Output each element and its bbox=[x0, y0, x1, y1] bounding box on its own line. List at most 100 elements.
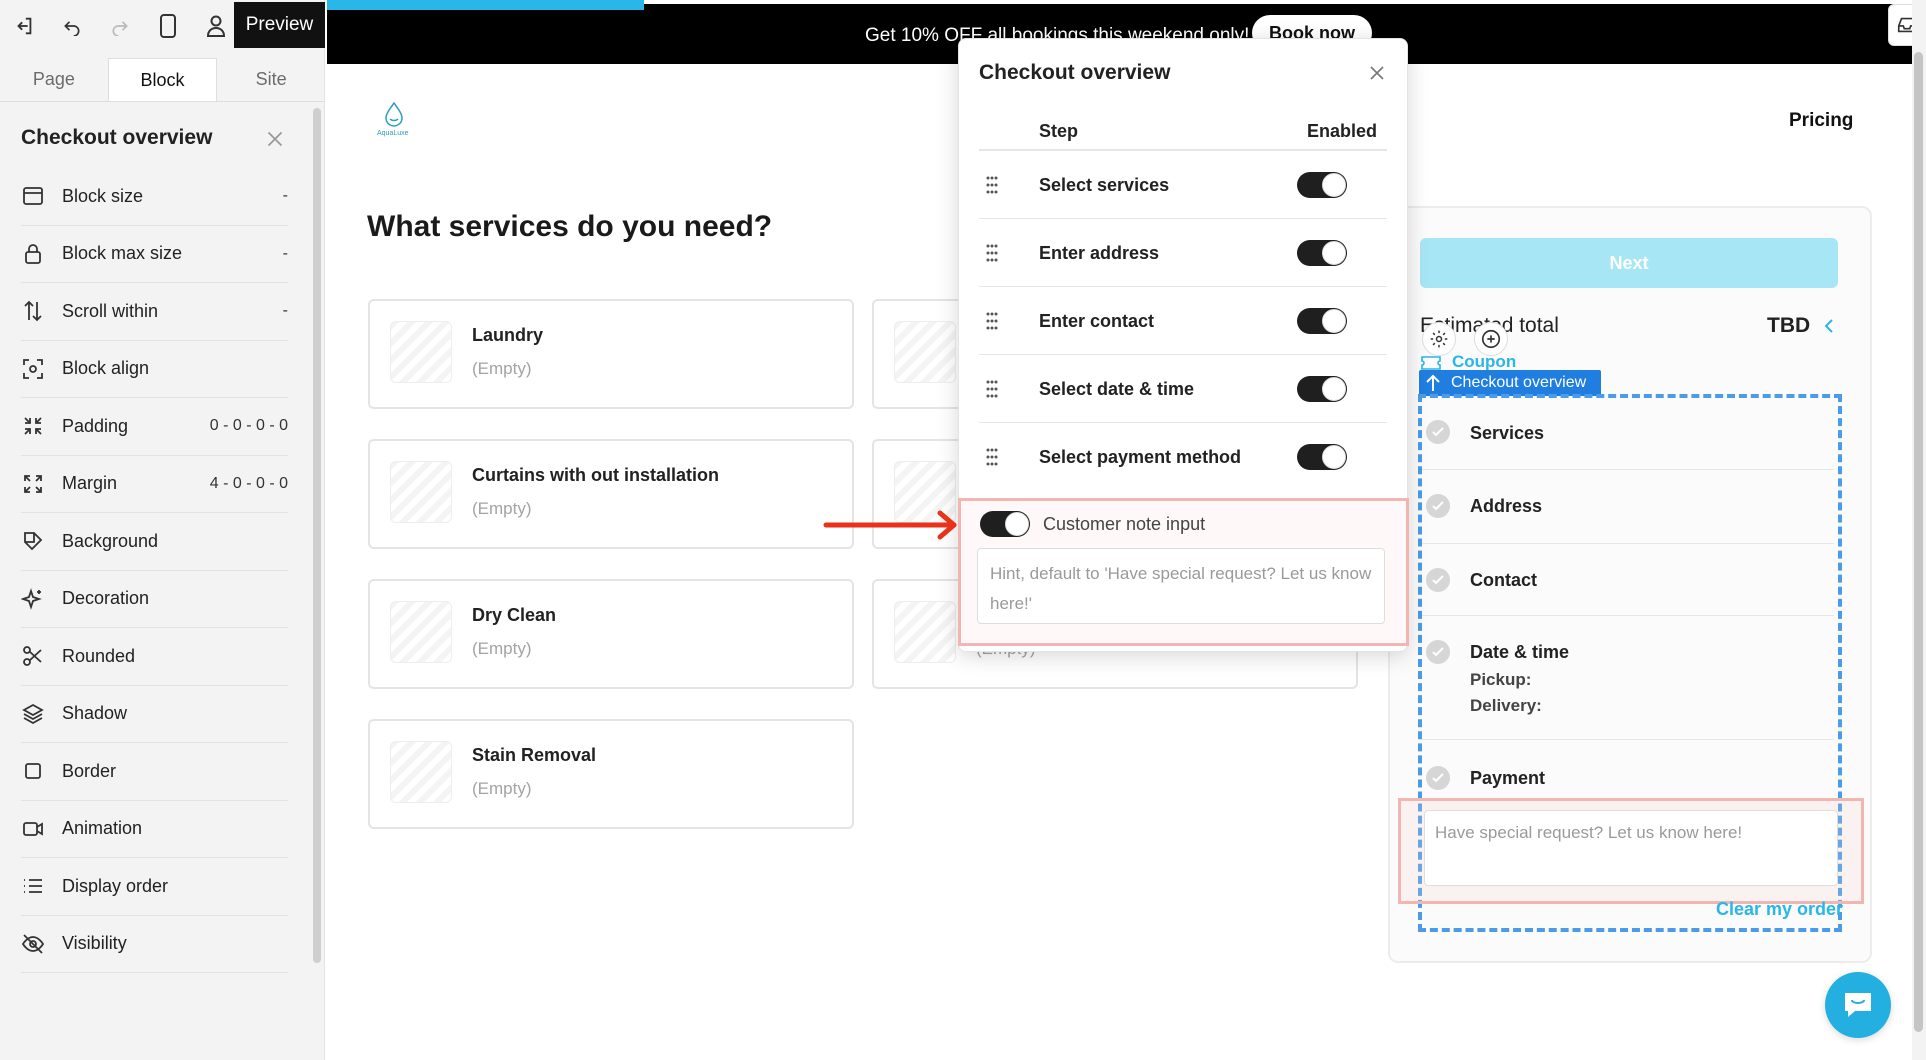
svg-text:AquaLuxe: AquaLuxe bbox=[377, 130, 409, 137]
service-thumbnail bbox=[894, 321, 956, 383]
drag-handle-icon[interactable] bbox=[985, 243, 999, 263]
note-hint-input[interactable]: Hint, default to 'Have special request? … bbox=[977, 548, 1385, 624]
step-label: Enter address bbox=[1039, 243, 1160, 263]
service-card-laundry[interactable]: Laundry (Empty) bbox=[368, 299, 854, 409]
add-circle-icon[interactable] bbox=[1474, 322, 1508, 356]
tab-block[interactable]: Block bbox=[107, 58, 218, 101]
service-status: (Empty) bbox=[472, 639, 532, 658]
prop-animation[interactable]: Animation bbox=[21, 801, 288, 858]
enabled-toggle[interactable] bbox=[1297, 308, 1347, 334]
margin-icon bbox=[24, 474, 42, 493]
prop-display-order[interactable]: Display order bbox=[21, 858, 288, 916]
prop-decoration[interactable]: Decoration bbox=[21, 571, 288, 628]
customer-note-toggle[interactable] bbox=[980, 511, 1030, 537]
prop-value: - bbox=[282, 302, 288, 320]
coupon-link[interactable]: Coupon bbox=[1452, 352, 1516, 372]
enabled-toggle[interactable] bbox=[1297, 444, 1347, 470]
prop-rounded[interactable]: Rounded bbox=[21, 628, 288, 686]
scissors-icon bbox=[23, 646, 42, 667]
popover-title: Checkout overview bbox=[979, 61, 1171, 84]
prop-label: Margin bbox=[62, 473, 118, 494]
drag-handle-icon[interactable] bbox=[985, 379, 999, 399]
gear-icon[interactable] bbox=[1422, 322, 1456, 356]
service-thumbnail bbox=[390, 461, 452, 523]
enabled-toggle[interactable] bbox=[1297, 172, 1347, 198]
step-row-enter-contact: Enter contact bbox=[979, 287, 1387, 355]
service-card-curtains[interactable]: Curtains with out installation (Empty) bbox=[368, 439, 854, 549]
step-label: Payment bbox=[1470, 768, 1546, 788]
banner-progress-bar bbox=[327, 0, 644, 10]
page-heading: What services do you need? bbox=[367, 210, 773, 243]
service-thumbnail bbox=[390, 741, 452, 803]
prop-scroll-within[interactable]: Scroll within - bbox=[21, 283, 288, 341]
prop-block-max-size[interactable]: Block max size - bbox=[21, 226, 288, 283]
prop-label: Scroll within bbox=[62, 300, 159, 321]
customer-note-textarea[interactable]: Have special request? Let us know here! bbox=[1424, 810, 1838, 886]
step-label: Enter contact bbox=[1039, 311, 1155, 331]
background-icon bbox=[24, 532, 43, 551]
prop-background[interactable]: Background bbox=[21, 513, 288, 571]
layers-icon bbox=[22, 703, 44, 724]
drag-handle-icon[interactable] bbox=[985, 311, 999, 331]
checkout-step-address: Address bbox=[1422, 470, 1834, 544]
enabled-toggle[interactable] bbox=[1297, 376, 1347, 402]
enabled-toggle[interactable] bbox=[1297, 240, 1347, 266]
prop-border[interactable]: Border bbox=[21, 743, 288, 801]
step-label: Contact bbox=[1470, 570, 1537, 590]
prop-label: Animation bbox=[62, 818, 143, 839]
prop-margin[interactable]: Margin 4 - 0 - 0 - 0 bbox=[21, 456, 288, 513]
prop-shadow[interactable]: Shadow bbox=[21, 686, 288, 743]
user-icon[interactable] bbox=[192, 0, 240, 52]
step-table-header: Step Enabled bbox=[979, 99, 1387, 151]
chat-icon[interactable] bbox=[1825, 972, 1891, 1038]
column-header-enabled: Enabled bbox=[1306, 121, 1377, 141]
redo-icon[interactable] bbox=[96, 0, 144, 52]
tab-page[interactable]: Page bbox=[0, 58, 108, 101]
undo-icon[interactable] bbox=[48, 0, 96, 52]
padding-icon bbox=[24, 417, 42, 435]
prop-value: 4 - 0 - 0 - 0 bbox=[209, 474, 288, 492]
prop-label: Border bbox=[62, 760, 117, 781]
step-label: Select date & time bbox=[1039, 379, 1195, 399]
preview-button[interactable]: Preview bbox=[234, 2, 325, 48]
column-header-step: Step bbox=[1039, 121, 1079, 141]
scroll-arrows-icon bbox=[24, 300, 42, 322]
prop-label: Block max size bbox=[62, 243, 183, 264]
prop-block-align[interactable]: Block align bbox=[21, 341, 288, 398]
drag-handle-icon[interactable] bbox=[985, 175, 999, 195]
service-card-dry-clean[interactable]: Dry Clean (Empty) bbox=[368, 579, 854, 689]
checkout-step-contact: Contact bbox=[1422, 544, 1834, 616]
prop-label: Decoration bbox=[62, 588, 150, 609]
square-icon bbox=[25, 763, 41, 780]
service-card-stain-removal[interactable]: Stain Removal (Empty) bbox=[368, 719, 854, 829]
brand-logo[interactable]: AquaLuxe bbox=[372, 100, 416, 140]
video-icon bbox=[23, 821, 43, 836]
close-icon[interactable] bbox=[262, 126, 288, 152]
prop-visibility[interactable]: Visibility bbox=[21, 916, 288, 973]
exit-editor-icon[interactable] bbox=[0, 0, 48, 52]
prop-label: Block align bbox=[62, 358, 150, 379]
page-scrollbar[interactable] bbox=[1914, 52, 1923, 1032]
step-row-enter-address: Enter address bbox=[979, 219, 1387, 287]
drag-handle-icon[interactable] bbox=[985, 447, 999, 467]
prop-block-size[interactable]: Block size - bbox=[21, 168, 288, 226]
check-icon bbox=[1426, 568, 1450, 592]
selected-block-tag[interactable]: Checkout overview bbox=[1419, 370, 1601, 396]
next-button[interactable]: Next bbox=[1420, 238, 1838, 288]
tab-site[interactable]: Site bbox=[217, 58, 325, 101]
mobile-view-icon[interactable] bbox=[144, 0, 192, 52]
sidebar-scrollbar[interactable] bbox=[313, 108, 321, 963]
close-icon[interactable] bbox=[1365, 61, 1389, 85]
prop-padding[interactable]: Padding 0 - 0 - 0 - 0 bbox=[21, 398, 288, 456]
step-label: Select services bbox=[1039, 175, 1170, 195]
prop-label: Rounded bbox=[62, 645, 136, 666]
checkout-step-date-time: Date & time Pickup: Delivery: bbox=[1422, 616, 1834, 740]
lock-icon bbox=[25, 243, 41, 264]
arrow-up-icon bbox=[1426, 374, 1440, 391]
eye-off-icon bbox=[21, 934, 45, 954]
clear-order-link[interactable]: Clear my order bbox=[1716, 899, 1843, 920]
chevron-left-icon[interactable] bbox=[1820, 316, 1838, 336]
service-status: (Empty) bbox=[472, 499, 532, 518]
prop-value: - bbox=[282, 244, 288, 262]
nav-pricing-link[interactable]: Pricing bbox=[1789, 110, 1853, 132]
